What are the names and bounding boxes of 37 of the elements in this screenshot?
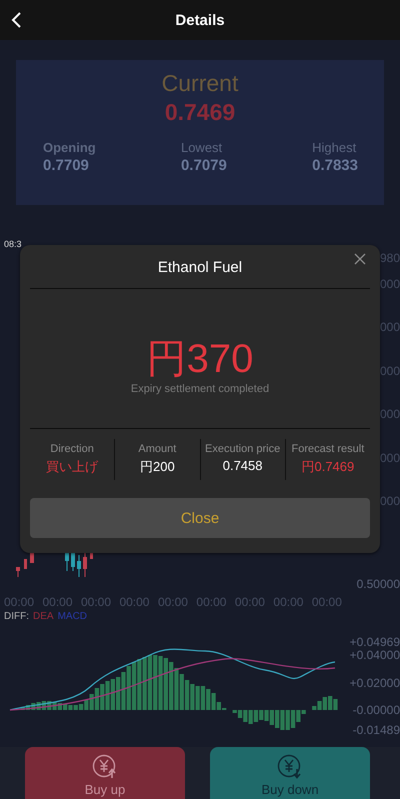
axis-label: +0.02000 [350,676,400,690]
detail-label: Direction [50,443,94,455]
detail-value: 円200 [140,458,175,476]
stat-value: 0.7833 [312,157,358,174]
stat-label: Lowest [180,140,224,155]
legend-label: MACD [58,611,88,624]
axis-label: +0.04969 [350,635,400,649]
dialog-title: Ethanol Fuel [158,259,242,276]
detail-label: Execution price [205,443,280,455]
yen-down-icon [277,754,303,780]
axis-label: +0.04000 [350,648,400,662]
legend-label: DIFF: [4,611,29,624]
time-label: 08:3 [4,239,22,249]
stat-value: 0.7709 [43,157,90,174]
close-button[interactable]: Close [30,498,370,538]
detail-label: Amount [138,443,176,455]
close-icon[interactable] [354,253,366,265]
detail-value: 円0.7469 [301,458,354,476]
status-text: Expiry settlement completed [130,383,270,395]
current-price: 0.7469 [164,99,236,126]
detail-value: 0.7458 [222,458,262,473]
stat-value: 0.7079 [180,157,227,174]
axis-label: 0.50000 [356,577,400,591]
axis-label: -0.01489 [352,723,400,737]
stat-label: Opening [43,140,96,155]
detail-label: Forecast result [292,443,364,455]
back-icon[interactable] [10,11,22,29]
payout-amount: 円370 [146,339,254,379]
page-title: Details [175,12,225,28]
yen-up-icon [92,754,118,780]
axis-label: -0.00000 [352,703,400,717]
trade-button[interactable]: Buy up [25,747,185,799]
legend-label: DEA [33,611,54,624]
trade-button[interactable]: Buy down [210,747,370,799]
current-label: Current [162,70,238,97]
detail-value: 買い上げ [46,458,98,476]
stat-label: Highest [312,140,358,155]
